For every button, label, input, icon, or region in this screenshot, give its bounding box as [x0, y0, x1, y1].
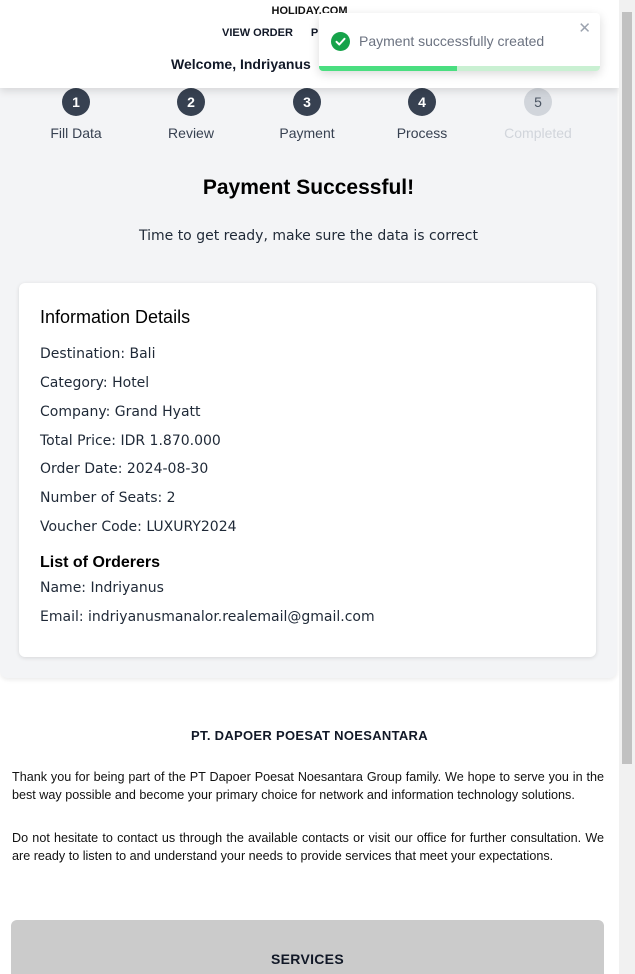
card-title: Information Details [40, 307, 191, 327]
step-number: 5 [524, 88, 552, 116]
footer-paragraph-thanks: Thank you for being part of the PT Dapoe… [12, 770, 604, 802]
toast-progress-track [319, 66, 600, 71]
step-review: 2 Review [141, 88, 241, 141]
progress-stepper: 1 Fill Data 2 Review 3 Payment 4 Process… [0, 88, 617, 148]
footer-paragraph-contact: Do not hesitate to contact us through th… [12, 831, 604, 863]
step-process: 4 Process [372, 88, 472, 141]
step-label: Review [168, 125, 214, 141]
footer-company-name: PT. DAPOER POESAT NOESANTARA [191, 728, 428, 743]
orderer-email: Email: indriyanusmanalor.realemail@gmail… [40, 609, 375, 625]
detail-company: Company: Grand Hyatt [40, 404, 201, 420]
step-label: Payment [279, 125, 335, 141]
orderer-name: Name: Indriyanus [40, 580, 164, 596]
services-title: SERVICES [271, 951, 344, 967]
step-number: 1 [62, 88, 90, 116]
page-viewport: 1 Fill Data 2 Review 3 Payment 4 Process… [0, 0, 619, 974]
nav-item-partial[interactable]: P [311, 27, 318, 39]
information-details-card: Information Details Destination: Bali Ca… [19, 283, 596, 657]
step-number: 3 [293, 88, 321, 116]
success-toast[interactable]: Payment successfully created ✕ [319, 13, 600, 71]
detail-total-price: Total Price: IDR 1.870.000 [40, 433, 221, 449]
detail-destination: Destination: Bali [40, 346, 156, 362]
step-label: Completed [504, 125, 572, 141]
nav-view-order[interactable]: VIEW ORDER [222, 27, 293, 39]
close-icon[interactable]: ✕ [578, 19, 591, 37]
step-completed: 5 Completed [488, 88, 588, 141]
page-subtitle: Time to get ready, make sure the data is… [138, 228, 478, 244]
detail-category: Category: Hotel [40, 375, 150, 391]
orderers-title: List of Orderers [40, 554, 161, 571]
step-number: 2 [177, 88, 205, 116]
page-title: Payment Successful! [202, 176, 415, 199]
check-circle-icon [331, 32, 350, 51]
welcome-text: Welcome, Indriyanus [171, 56, 311, 72]
scrollbar-thumb[interactable] [622, 12, 632, 764]
step-label: Process [396, 125, 448, 141]
vertical-scrollbar[interactable] [619, 0, 635, 974]
toast-progress-bar [319, 66, 457, 71]
services-section: SERVICES [11, 920, 604, 974]
detail-order-date: Order Date: 2024-08-30 [40, 461, 209, 477]
step-payment: 3 Payment [257, 88, 357, 141]
step-label: Fill Data [50, 125, 102, 141]
toast-message: Payment successfully created [359, 33, 545, 49]
detail-seats: Number of Seats: 2 [40, 490, 176, 506]
step-number: 4 [408, 88, 436, 116]
detail-voucher: Voucher Code: LUXURY2024 [40, 519, 237, 535]
checkout-panel: 1 Fill Data 2 Review 3 Payment 4 Process… [0, 66, 617, 678]
step-fill-data: 1 Fill Data [26, 88, 126, 141]
